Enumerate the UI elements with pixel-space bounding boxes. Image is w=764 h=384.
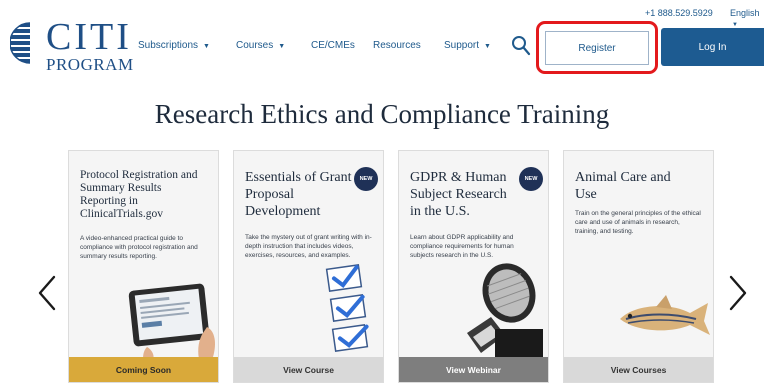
view-webinar-button[interactable]: View Webinar [399, 357, 548, 382]
logo-subtitle: PROGRAM [46, 55, 134, 74]
nav-support-label: Support [444, 40, 480, 51]
language-label: English [730, 8, 760, 18]
language-selector[interactable]: English ▼ [730, 8, 764, 28]
phone-number[interactable]: +1 888.529.5929 [645, 8, 713, 18]
tablet-icon [128, 283, 215, 359]
logo-wordmark[interactable]: CITI [46, 17, 132, 57]
chevron-left-icon[interactable] [36, 273, 60, 313]
chevron-down-icon: ▼ [203, 43, 210, 50]
card-description: Take the mystery out of grant writing wi… [245, 234, 372, 259]
nav-resources[interactable]: Resources [373, 40, 421, 51]
page-title: Research Ethics and Compliance Training [154, 99, 610, 129]
globe-logo-icon[interactable] [10, 20, 44, 66]
checklist-icon [325, 264, 369, 352]
zebrafish-icon [620, 295, 710, 335]
view-course-button[interactable]: View Course [234, 357, 383, 382]
course-card-animal-care[interactable]: Animal Care and Use Train on the general… [563, 150, 714, 383]
register-button[interactable]: Register [545, 31, 649, 65]
nav-subscriptions[interactable]: Subscriptions ▼ [138, 40, 210, 51]
nav-ce-cmes[interactable]: CE/CMEs [311, 40, 355, 51]
chevron-down-icon: ▼ [484, 43, 491, 50]
chevron-right-icon[interactable] [725, 273, 749, 313]
search-icon[interactable] [511, 35, 531, 57]
course-card-protocol-registration[interactable]: Protocol Registration and Summary Result… [68, 150, 219, 383]
view-courses-button[interactable]: View Courses [564, 357, 713, 382]
card-description: A video-enhanced practical guide to comp… [80, 235, 198, 260]
course-card-grant-proposal[interactable]: NEW Essentials of Grant Proposal Develop… [233, 150, 384, 383]
card-description: Train on the general principles of the e… [575, 210, 701, 235]
card-title: Animal Care and Use [575, 170, 671, 202]
nav-support[interactable]: Support ▼ [444, 40, 491, 51]
course-card-gdpr[interactable]: NEW GDPR & Human Subject Research in the… [398, 150, 549, 383]
card-description: Learn about GDPR applicability and compl… [410, 234, 514, 259]
microphone-icon [467, 263, 543, 359]
chevron-down-icon: ▼ [278, 43, 286, 50]
new-badge: NEW [519, 167, 543, 191]
new-badge: NEW [354, 167, 378, 191]
card-title: GDPR & Human Subject Research in the U.S… [410, 170, 507, 219]
nav-courses[interactable]: Courses ▼ [236, 40, 285, 51]
nav-resources-label: Resources [373, 40, 421, 51]
card-title: Essentials of Grant Proposal Development [245, 170, 352, 219]
nav-ce-cmes-label: CE/CMEs [311, 40, 355, 51]
nav-courses-label: Courses [236, 40, 274, 51]
coming-soon-button[interactable]: Coming Soon [69, 357, 218, 382]
login-button[interactable]: Log In [661, 28, 764, 66]
card-title: Protocol Registration and Summary Result… [80, 169, 198, 220]
nav-subscriptions-label: Subscriptions [138, 40, 199, 51]
